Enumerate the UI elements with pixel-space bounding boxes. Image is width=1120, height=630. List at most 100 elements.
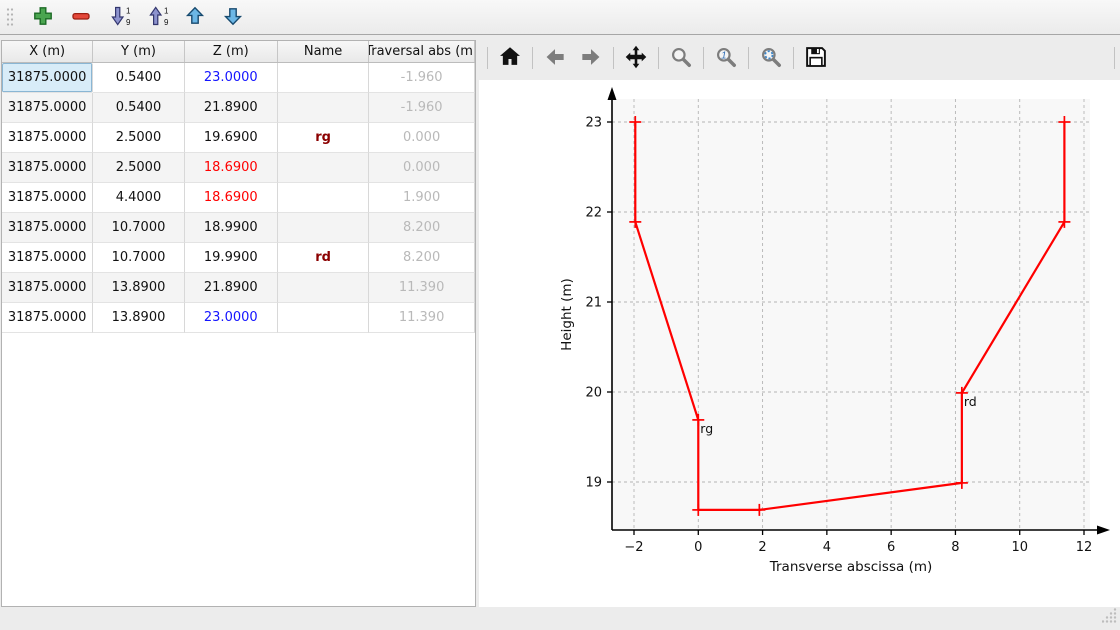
- table-row: 31875.0000 4.4000 18.6900 1.900: [2, 183, 475, 213]
- svg-text:22: 22: [585, 206, 602, 221]
- toolbar-separator: [748, 47, 749, 69]
- cell-traversal-abs[interactable]: 0.000: [369, 123, 475, 153]
- table-row: 31875.0000 10.7000 18.9900 8.200: [2, 213, 475, 243]
- table-row: 31875.0000 0.5400 23.0000 -1.960: [2, 63, 475, 93]
- cell-y[interactable]: 10.7000: [93, 213, 184, 243]
- cell-x[interactable]: 31875.0000: [2, 273, 93, 303]
- cell-x[interactable]: 31875.0000: [2, 303, 93, 333]
- cell-x[interactable]: 31875.0000: [2, 123, 93, 153]
- cell-z[interactable]: 23.0000: [185, 63, 278, 93]
- sort-descending-button[interactable]: 1 9: [106, 4, 132, 30]
- cell-name[interactable]: [278, 273, 369, 303]
- cell-z[interactable]: 18.6900: [185, 153, 278, 183]
- cell-name[interactable]: [278, 153, 369, 183]
- column-header-z: Z (m): [185, 41, 278, 62]
- forward-arrow-icon: [578, 44, 604, 73]
- plot-toolbar: 1: [479, 36, 1120, 80]
- toolbar-separator: [487, 47, 488, 69]
- cell-traversal-abs[interactable]: 8.200: [369, 213, 475, 243]
- cell-x[interactable]: 31875.0000: [2, 153, 93, 183]
- svg-text:12: 12: [1076, 540, 1093, 555]
- cell-x[interactable]: 31875.0000: [2, 93, 93, 123]
- magnifier-selection-icon: [758, 44, 784, 73]
- svg-text:6: 6: [887, 540, 895, 555]
- cell-z[interactable]: 21.8900: [185, 93, 278, 123]
- cell-y[interactable]: 0.5400: [93, 93, 184, 123]
- table-row: 31875.0000 2.5000 19.6900 rg 0.000: [2, 123, 475, 153]
- cell-y[interactable]: 0.5400: [93, 63, 184, 93]
- toolbar-separator: [703, 47, 704, 69]
- plot-zoom-selection-button[interactable]: [757, 44, 785, 72]
- cell-y[interactable]: 2.5000: [93, 123, 184, 153]
- arrow-up-1-9-icon: 1 9: [145, 4, 169, 31]
- pan-move-icon: [623, 44, 649, 73]
- table-row: 31875.0000 2.5000 18.6900 0.000: [2, 153, 475, 183]
- svg-text:1: 1: [126, 6, 131, 15]
- cell-traversal-abs[interactable]: 11.390: [369, 273, 475, 303]
- plot-zoom-original-button[interactable]: 1: [712, 44, 740, 72]
- plot-pan-button[interactable]: [622, 44, 650, 72]
- svg-text:4: 4: [823, 540, 831, 555]
- cell-name[interactable]: [278, 63, 369, 93]
- cell-x[interactable]: 31875.0000: [2, 183, 93, 213]
- cell-name[interactable]: [278, 213, 369, 243]
- add-point-button[interactable]: [30, 4, 56, 30]
- cell-z[interactable]: 18.6900: [185, 183, 278, 213]
- svg-text:9: 9: [126, 18, 131, 27]
- toolbar-separator: [1114, 47, 1115, 69]
- cell-y[interactable]: 10.7000: [93, 243, 184, 273]
- cell-name[interactable]: rd: [278, 243, 369, 273]
- plot-zoom-button[interactable]: [667, 44, 695, 72]
- cell-y[interactable]: 2.5000: [93, 153, 184, 183]
- toolbar-separator: [658, 47, 659, 69]
- cell-z[interactable]: 19.9900: [185, 243, 278, 273]
- svg-text:1: 1: [721, 50, 726, 61]
- cell-y[interactable]: 13.8900: [93, 303, 184, 333]
- cell-traversal-abs[interactable]: 8.200: [369, 243, 475, 273]
- cell-name[interactable]: [278, 303, 369, 333]
- toolbar-separator: [793, 47, 794, 69]
- plot-save-button[interactable]: [802, 44, 830, 72]
- column-header-name: Name: [278, 41, 369, 62]
- cell-z[interactable]: 19.6900: [185, 123, 278, 153]
- sort-ascending-button[interactable]: 1 9: [144, 4, 170, 30]
- main-toolbar: 1 9 1 9: [0, 0, 1120, 35]
- svg-text:rd: rd: [964, 394, 977, 409]
- cell-z[interactable]: 18.9900: [185, 213, 278, 243]
- toolbar-grip-handle[interactable]: [6, 6, 14, 28]
- cell-traversal-abs[interactable]: -1.960: [369, 93, 475, 123]
- svg-text:21: 21: [585, 296, 602, 311]
- toolbar-separator: [613, 47, 614, 69]
- cell-y[interactable]: 13.8900: [93, 273, 184, 303]
- cell-y[interactable]: 4.4000: [93, 183, 184, 213]
- plot-canvas[interactable]: −20246810121920212223rgrdTransverse absc…: [479, 80, 1120, 607]
- svg-text:2: 2: [758, 540, 766, 555]
- remove-point-button[interactable]: [68, 4, 94, 30]
- svg-text:rg: rg: [700, 421, 713, 436]
- cell-traversal-abs[interactable]: 11.390: [369, 303, 475, 333]
- points-table: X (m) Y (m) Z (m) Name Traversal abs (m)…: [1, 40, 476, 607]
- plot-back-button[interactable]: [541, 44, 569, 72]
- cell-name[interactable]: [278, 93, 369, 123]
- cell-x[interactable]: 31875.0000: [2, 63, 93, 93]
- cell-z[interactable]: 21.8900: [185, 273, 278, 303]
- move-point-up-button[interactable]: [182, 4, 208, 30]
- cell-traversal-abs[interactable]: -1.960: [369, 63, 475, 93]
- resize-grip-icon: [1102, 608, 1118, 624]
- move-point-down-button[interactable]: [220, 4, 246, 30]
- cell-x[interactable]: 31875.0000: [2, 213, 93, 243]
- cell-name[interactable]: [278, 183, 369, 213]
- svg-text:20: 20: [585, 386, 602, 401]
- plot-home-button[interactable]: [496, 44, 524, 72]
- cell-name[interactable]: rg: [278, 123, 369, 153]
- svg-text:−2: −2: [624, 540, 643, 555]
- cell-traversal-abs[interactable]: 1.900: [369, 183, 475, 213]
- cell-traversal-abs[interactable]: 0.000: [369, 153, 475, 183]
- cell-z[interactable]: 23.0000: [185, 303, 278, 333]
- plot-forward-button[interactable]: [577, 44, 605, 72]
- table-row: 31875.0000 10.7000 19.9900 rd 8.200: [2, 243, 475, 273]
- window-resize-grip[interactable]: [1102, 608, 1118, 628]
- table-row: 31875.0000 13.8900 23.0000 11.390: [2, 303, 475, 333]
- table-row: 31875.0000 13.8900 21.8900 11.390: [2, 273, 475, 303]
- cell-x[interactable]: 31875.0000: [2, 243, 93, 273]
